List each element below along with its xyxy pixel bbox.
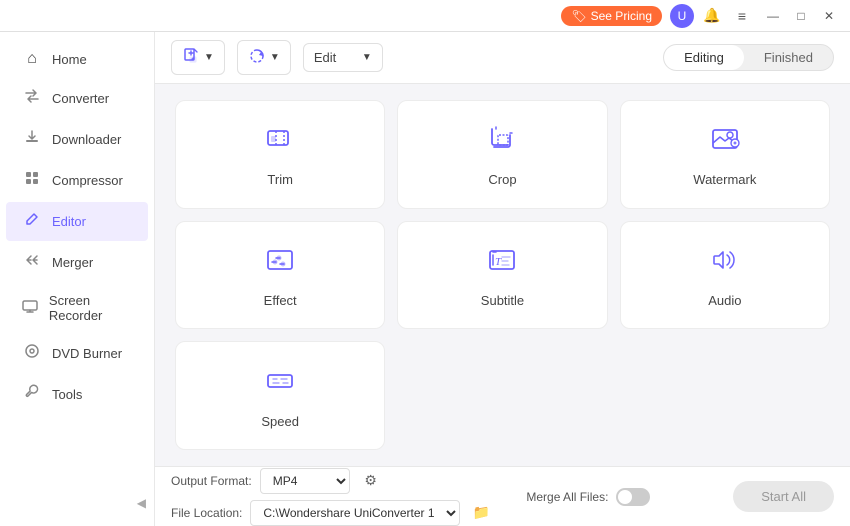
- add-from-button[interactable]: ▼: [237, 40, 291, 75]
- tool-card-watermark[interactable]: Watermark: [620, 100, 830, 209]
- watermark-label: Watermark: [693, 172, 756, 187]
- notification-icon[interactable]: 🔔: [700, 4, 724, 28]
- see-pricing-button[interactable]: 🏷 See Pricing: [561, 6, 662, 26]
- file-location-field: File Location: C:\Wondershare UniConvert…: [171, 500, 494, 526]
- tool-card-audio[interactable]: Audio: [620, 221, 830, 330]
- tab-editing[interactable]: Editing: [664, 45, 744, 70]
- avatar[interactable]: U: [670, 4, 694, 28]
- file-location-label: File Location:: [171, 506, 242, 520]
- tag-icon: 🏷: [571, 9, 586, 23]
- folder-browse-icon[interactable]: 📁: [468, 500, 494, 526]
- chevron-down-icon: ▼: [204, 52, 214, 63]
- edit-dropdown[interactable]: Edit ▼: [303, 43, 383, 72]
- empty-cell-2: [620, 341, 830, 450]
- sidebar-item-label: Merger: [52, 255, 93, 270]
- effect-icon: [262, 242, 298, 283]
- sidebar-item-downloader[interactable]: Downloader: [6, 120, 148, 159]
- tool-card-speed[interactable]: Speed: [175, 341, 385, 450]
- window-controls: — □ ✕: [760, 3, 842, 29]
- sidebar-item-screen-recorder[interactable]: Screen Recorder: [6, 284, 148, 332]
- home-icon: ⌂: [22, 50, 42, 68]
- tab-group: Editing Finished: [663, 44, 834, 71]
- audio-icon: [707, 242, 743, 283]
- toolbar: ▼ ▼ Edit ▼ Editing Finished: [155, 32, 850, 84]
- sidebar-item-label: Home: [52, 52, 87, 67]
- title-bar-icons: U 🔔 ≡: [670, 4, 754, 28]
- tool-card-effect[interactable]: Effect: [175, 221, 385, 330]
- add-file-button[interactable]: ▼: [171, 40, 225, 75]
- rotate-icon: [248, 47, 266, 68]
- output-format-field: Output Format: MP4 ⚙: [171, 468, 494, 494]
- tool-card-trim[interactable]: Trim: [175, 100, 385, 209]
- file-location-select[interactable]: C:\Wondershare UniConverter 1: [250, 500, 460, 526]
- title-bar: 🏷 See Pricing U 🔔 ≡ — □ ✕: [0, 0, 850, 32]
- menu-icon[interactable]: ≡: [730, 4, 754, 28]
- screen-recorder-icon: [22, 298, 39, 319]
- close-button[interactable]: ✕: [816, 3, 842, 29]
- output-format-select[interactable]: MP4: [260, 468, 350, 494]
- subtitle-icon: T: [484, 242, 520, 283]
- tools-icon: [22, 384, 42, 405]
- watermark-icon: [707, 121, 743, 162]
- sidebar-item-home[interactable]: ⌂ Home: [6, 41, 148, 77]
- sidebar-item-label: DVD Burner: [52, 346, 122, 361]
- sidebar-item-label: Downloader: [52, 132, 121, 147]
- sidebar-item-label: Tools: [52, 387, 82, 402]
- sidebar-item-compressor[interactable]: Compressor: [6, 161, 148, 200]
- empty-cell-1: [397, 341, 607, 450]
- merger-icon: [22, 252, 42, 273]
- sidebar-item-tools[interactable]: Tools: [6, 375, 148, 414]
- merge-all-toggle[interactable]: [616, 488, 650, 506]
- sidebar-item-dvd-burner[interactable]: DVD Burner: [6, 334, 148, 373]
- audio-label: Audio: [708, 293, 741, 308]
- sidebar: ⌂ Home Converter Downloader Compressor: [0, 32, 155, 526]
- merge-all-field: Merge All Files:: [526, 488, 650, 506]
- sidebar-item-label: Compressor: [52, 173, 123, 188]
- output-format-label: Output Format:: [171, 474, 252, 488]
- content-area: ▼ ▼ Edit ▼ Editing Finished: [155, 32, 850, 526]
- trim-icon: [262, 121, 298, 162]
- svg-text:T: T: [495, 256, 502, 268]
- subtitle-label: Subtitle: [481, 293, 524, 308]
- output-settings-icon[interactable]: ⚙: [358, 468, 384, 494]
- sidebar-collapse[interactable]: ◀: [0, 488, 154, 518]
- bottom-bar: Output Format: MP4 ⚙ File Location: C:\W…: [155, 466, 850, 526]
- collapse-icon: ◀: [137, 496, 146, 510]
- sidebar-item-editor[interactable]: Editor: [6, 202, 148, 241]
- minimize-button[interactable]: —: [760, 3, 786, 29]
- tab-finished[interactable]: Finished: [744, 45, 833, 70]
- speed-icon: [262, 363, 298, 404]
- tool-card-subtitle[interactable]: T Subtitle: [397, 221, 607, 330]
- crop-icon: [484, 121, 520, 162]
- app-body: ⌂ Home Converter Downloader Compressor: [0, 32, 850, 526]
- editor-grid: Trim Crop: [155, 84, 850, 466]
- effect-label: Effect: [264, 293, 297, 308]
- sidebar-item-converter[interactable]: Converter: [6, 79, 148, 118]
- tool-card-crop[interactable]: Crop: [397, 100, 607, 209]
- start-all-button[interactable]: Start All: [733, 481, 834, 512]
- editor-icon: [22, 211, 42, 232]
- file-add-icon: [182, 47, 200, 68]
- dvd-burner-icon: [22, 343, 42, 364]
- trim-label: Trim: [267, 172, 293, 187]
- speed-label: Speed: [261, 414, 299, 429]
- crop-label: Crop: [488, 172, 516, 187]
- downloader-icon: [22, 129, 42, 150]
- converter-icon: [22, 88, 42, 109]
- merge-all-label: Merge All Files:: [526, 490, 608, 504]
- sidebar-item-label: Screen Recorder: [49, 293, 132, 323]
- sidebar-item-label: Converter: [52, 91, 109, 106]
- dropdown-arrow: ▼: [362, 52, 372, 63]
- sidebar-item-merger[interactable]: Merger: [6, 243, 148, 282]
- sidebar-item-label: Editor: [52, 214, 86, 229]
- maximize-button[interactable]: □: [788, 3, 814, 29]
- chevron-down-icon2: ▼: [270, 52, 280, 63]
- compressor-icon: [22, 170, 42, 191]
